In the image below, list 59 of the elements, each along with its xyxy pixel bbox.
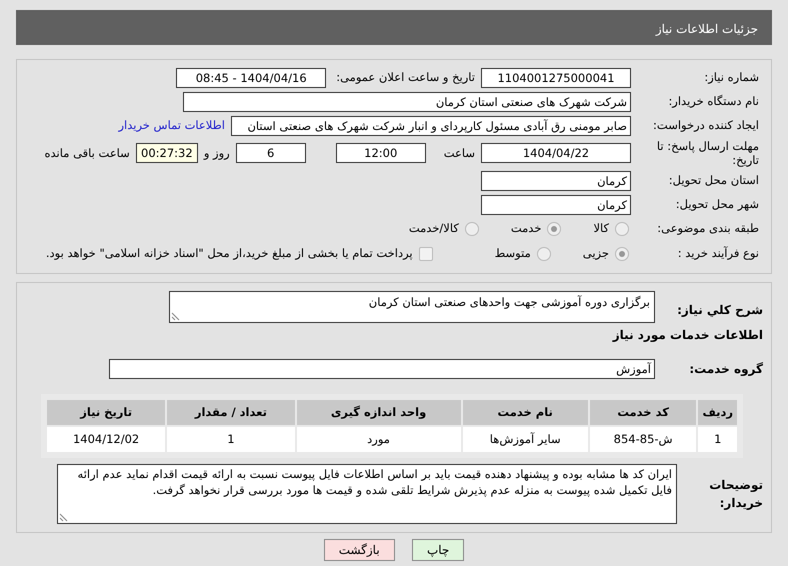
table-cell: مورد — [296, 426, 462, 454]
notes-text: ایران کد ها مشابه بوده و پیشنهاد دهنده قیمت باید بر اساس اطلاعات فایل پیوست نسبت به ارائه قیمت اقدام نماید عدم ارائه فایل تکمیل شده پیوست به منزله عدم پذیرش شرایط تلقی شده و قیمت ها مورد بررسی قرار نخواهد گرفت. — [78, 467, 672, 497]
option-label: متوسط — [494, 245, 531, 262]
resize-grip-icon[interactable] — [59, 513, 68, 522]
remaining-time-field: 00:27:32 — [136, 143, 198, 164]
need-number-field: 1104001275000041 — [481, 68, 631, 88]
description-text: برگزاری دوره آموزشی جهت واحدهای صنعتی استان کرمان — [368, 294, 650, 309]
field-label: ساعت باقی مانده — [44, 144, 130, 162]
buyer-org-field: شرکت شهرک های صنعتی استان کرمان — [183, 92, 631, 112]
page-title: جزئیات اطلاعات نیاز — [656, 22, 758, 36]
column-header: تعداد / مقدار — [166, 398, 296, 426]
announce-date-field: 1404/04/16 - 08:45 — [176, 68, 326, 88]
radio-button[interactable] — [547, 222, 562, 236]
service-group-field: آموزش — [109, 358, 655, 379]
deadline-date-field: 1404/04/22 — [481, 143, 631, 164]
checkbox-label: پرداخت تمام یا بخشی از مبلغ خرید،از محل "اسناد خزانه اسلامی" خواهد بود. — [46, 245, 413, 262]
section-title: اطلاعات خدمات مورد نیاز — [611, 326, 763, 344]
days-field: 6 — [236, 143, 306, 164]
column-header: نام خدمت — [462, 398, 589, 426]
field-label: تاریخ و ساعت اعلان عمومی: — [336, 69, 475, 86]
field-label: طبقه بندی موضوعی: — [656, 220, 760, 238]
city-field: کرمان — [481, 194, 631, 215]
field-label: نوع فرآیند خرید : — [676, 245, 760, 262]
table-cell: ش-85-854 — [588, 426, 698, 454]
option-label: جزیی — [582, 245, 609, 262]
radio-button[interactable] — [464, 222, 479, 236]
field-label: شهر محل تحویل: — [674, 196, 760, 214]
table-cell: سایر آموزش‌ها — [462, 426, 589, 454]
table-cell: 1404/12/02 — [46, 426, 166, 454]
radio-button[interactable] — [536, 246, 551, 261]
column-header: ردیف — [697, 398, 738, 426]
field-label: شماره نیاز: — [703, 69, 760, 86]
radio-button[interactable] — [615, 222, 629, 236]
deadline-time-field: 12:00 — [336, 143, 426, 164]
field-label: مهلت ارسال پاسخ: تا تاریخ: — [656, 139, 760, 168]
field-label: ایجاد کننده درخواست: — [652, 117, 760, 134]
column-header: کد خدمت — [588, 398, 698, 426]
resize-grip-icon[interactable] — [171, 312, 180, 321]
option-label: خدمت — [510, 220, 542, 238]
column-header: تاریخ نیاز — [46, 398, 166, 426]
radio-button[interactable] — [615, 246, 629, 261]
requester-field: صابر مومنی رق آبادی مسئول کارپردای و انبار شرکت شهرک های صنعتی استان — [231, 116, 631, 136]
field-label: نام دستگاه خریدار: — [667, 93, 760, 110]
checkbox[interactable] — [418, 246, 433, 261]
field-label: گروه خدمت: — [688, 360, 763, 378]
print-button[interactable]: چاپ — [412, 538, 464, 561]
option-label: کالا/خدمت — [408, 220, 459, 238]
field-label: شرح کلي نیاز: — [676, 302, 763, 319]
column-header: واحد اندازه گیری — [296, 398, 462, 426]
field-label: ساعت — [444, 144, 475, 162]
table-cell: 1 — [697, 426, 738, 454]
table-cell: 1 — [166, 426, 296, 454]
option-label: کالا — [593, 220, 609, 238]
province-field: کرمان — [481, 170, 631, 191]
field-label: روز و — [204, 144, 230, 162]
field-label: استان محل تحویل: — [668, 172, 760, 190]
field-label: توضیحات خریدار: — [708, 477, 763, 512]
back-button[interactable]: بازگشت — [324, 538, 395, 561]
contact-link[interactable]: اطلاعات تماس خریدار — [118, 117, 225, 135]
